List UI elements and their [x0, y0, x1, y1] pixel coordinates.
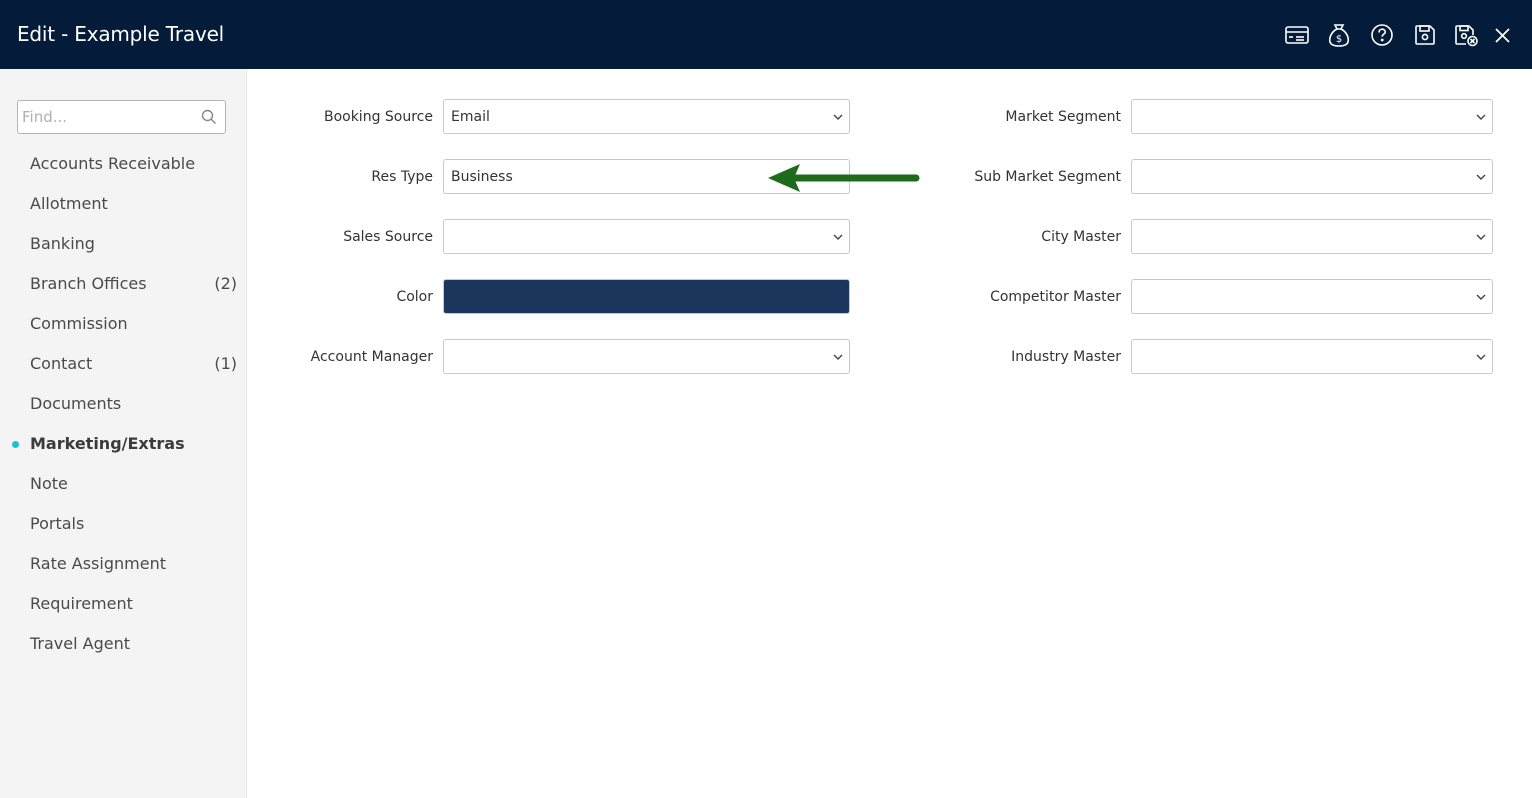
sidebar-item-label: Note: [30, 474, 68, 493]
search-icon[interactable]: [201, 109, 217, 125]
sidebar-item-label: Portals: [30, 514, 85, 533]
chevron-down-icon: [833, 114, 843, 120]
city-master-label: City Master: [1041, 229, 1121, 245]
sales-source-select[interactable]: [443, 219, 850, 254]
sub-market-segment-label: Sub Market Segment: [974, 169, 1121, 185]
sidebar-item-label: Documents: [30, 394, 122, 413]
competitor-master-select[interactable]: [1131, 279, 1493, 314]
chevron-down-icon: [1476, 354, 1486, 360]
search-input[interactable]: [22, 105, 192, 129]
color-label: Color: [396, 289, 433, 305]
sidebar-item-portals[interactable]: Portals: [0, 504, 247, 544]
chevron-down-icon: [1476, 174, 1486, 180]
close-icon[interactable]: [1490, 22, 1516, 48]
competitor-master-label: Competitor Master: [990, 289, 1121, 305]
help-icon[interactable]: [1369, 22, 1395, 48]
sidebar-item-label: Banking: [30, 234, 95, 253]
sidebar-item-count: (2): [214, 274, 237, 293]
sidebar-item-count: (1): [214, 354, 237, 373]
booking-source-label: Booking Source: [323, 109, 433, 125]
chevron-down-icon: [833, 234, 843, 240]
sidebar-item-label: Accounts Receivable: [30, 154, 196, 173]
sidebar-item-label: Contact: [30, 354, 93, 373]
sidebar-item-label: Rate Assignment: [30, 554, 166, 573]
sidebar-item-requirement[interactable]: Requirement: [0, 584, 247, 624]
industry-master-select[interactable]: [1131, 339, 1493, 374]
sidebar-item-commission[interactable]: Commission: [0, 304, 247, 344]
sidebar-item-allotment[interactable]: Allotment: [0, 184, 247, 224]
sidebar-item-contact[interactable]: Contact (1): [0, 344, 247, 384]
sidebar-item-branch-offices[interactable]: Branch Offices (2): [0, 264, 247, 304]
res-type-label: Res Type: [371, 169, 433, 185]
sidebar-item-label: Branch Offices: [30, 274, 147, 293]
sales-source-label: Sales Source: [343, 229, 433, 245]
booking-source-select[interactable]: Email: [443, 99, 850, 134]
sidebar-item-note[interactable]: Note: [0, 464, 247, 504]
active-indicator-dot: [12, 441, 19, 448]
sidebar-item-label: Allotment: [30, 194, 108, 213]
chevron-down-icon: [1476, 114, 1486, 120]
sub-market-segment-select[interactable]: [1131, 159, 1493, 194]
sidebar-item-label: Commission: [30, 314, 128, 333]
find-box[interactable]: [17, 100, 226, 134]
header-bar: Edit - Example Travel $: [0, 0, 1532, 69]
money-bag-icon[interactable]: $: [1326, 22, 1352, 48]
sidebar-item-banking[interactable]: Banking: [0, 224, 247, 264]
page-title: Edit - Example Travel: [17, 22, 225, 46]
sidebar-item-rate-assignment[interactable]: Rate Assignment: [0, 544, 247, 584]
card-icon[interactable]: [1284, 22, 1310, 48]
city-master-select[interactable]: [1131, 219, 1493, 254]
chevron-down-icon: [1476, 234, 1486, 240]
chevron-down-icon: [1476, 294, 1486, 300]
color-picker-field[interactable]: [443, 279, 850, 314]
annotation-arrow-icon: [768, 164, 920, 192]
save-icon[interactable]: [1412, 22, 1438, 48]
sidebar-item-label: Requirement: [30, 594, 133, 613]
svg-text:$: $: [1336, 34, 1342, 45]
res-type-value: Business: [451, 169, 513, 185]
sidebar: Accounts Receivable Allotment Banking Br…: [0, 69, 247, 798]
market-segment-select[interactable]: [1131, 99, 1493, 134]
account-manager-select[interactable]: [443, 339, 850, 374]
booking-source-value: Email: [451, 109, 490, 125]
sidebar-item-travel-agent[interactable]: Travel Agent: [0, 624, 247, 664]
chevron-down-icon: [833, 354, 843, 360]
sidebar-item-marketing-extras[interactable]: Marketing/Extras: [0, 424, 247, 464]
industry-master-label: Industry Master: [1011, 349, 1121, 365]
save-close-icon[interactable]: [1453, 22, 1479, 48]
sidebar-item-label: Marketing/Extras: [30, 434, 185, 453]
sidebar-item-label: Travel Agent: [30, 634, 131, 653]
sidebar-item-documents[interactable]: Documents: [0, 384, 247, 424]
market-segment-label: Market Segment: [1005, 109, 1121, 125]
account-manager-label: Account Manager: [310, 349, 433, 365]
sidebar-item-accounts-receivable[interactable]: Accounts Receivable: [0, 144, 247, 184]
